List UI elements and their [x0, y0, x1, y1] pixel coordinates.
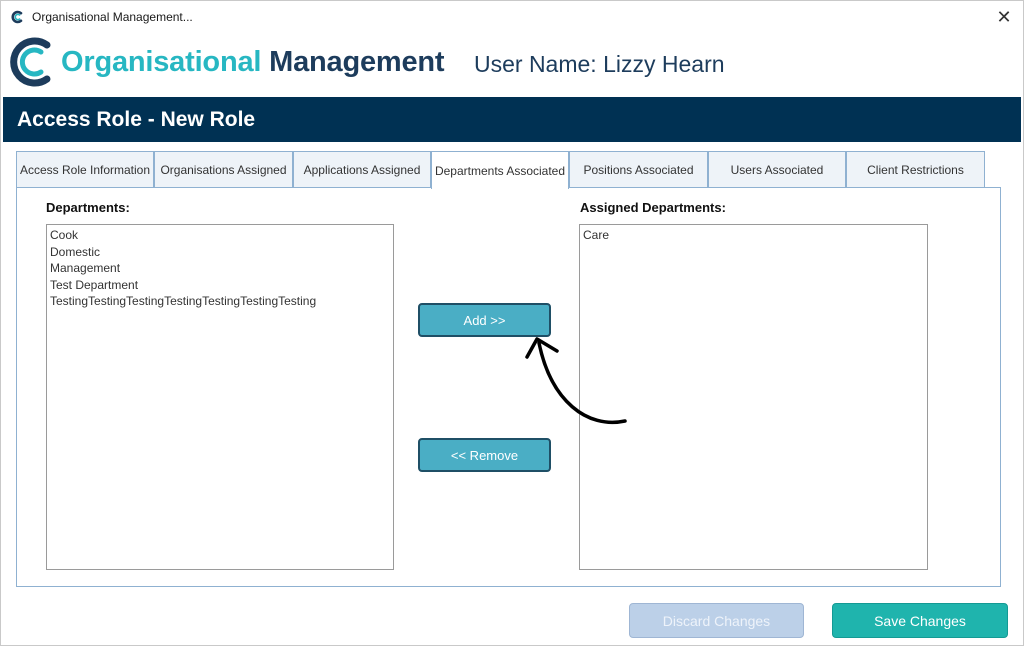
tab-positions-associated[interactable]: Positions Associated — [569, 151, 708, 188]
tab-users-associated[interactable]: Users Associated — [708, 151, 846, 188]
curved-arrow-icon — [525, 337, 627, 425]
remove-button[interactable]: << Remove — [418, 438, 551, 472]
page-title: Access Role - New Role — [17, 108, 256, 131]
list-item[interactable]: Management — [50, 260, 390, 277]
page-banner: Access Role - New Role — [3, 97, 1021, 142]
list-item[interactable]: Test Department — [50, 277, 390, 294]
tab-organisations-assigned[interactable]: Organisations Assigned — [154, 151, 293, 188]
departments-listbox[interactable]: Cook Domestic Management Test Department… — [46, 224, 394, 570]
list-item[interactable]: Cook — [50, 227, 390, 244]
list-item[interactable]: Domestic — [50, 244, 390, 261]
departments-label: Departments: — [46, 200, 130, 215]
brand-title-part1: Organisational — [61, 46, 270, 78]
brand-logo-icon — [10, 37, 51, 87]
app-logo-icon — [11, 10, 23, 24]
brand-title-part2: Management — [269, 46, 445, 78]
tab-client-restrictions[interactable]: Client Restrictions — [846, 151, 985, 188]
list-item[interactable]: TestingTestingTestingTestingTestingTesti… — [50, 293, 390, 310]
close-icon[interactable]: ✕ — [993, 6, 1015, 28]
user-name-label: User Name: Lizzy Hearn — [474, 51, 725, 77]
save-changes-button[interactable]: Save Changes — [832, 603, 1008, 638]
brand-title: Organisational Management — [61, 46, 445, 79]
window-title: Organisational Management... — [32, 10, 193, 24]
assigned-departments-label: Assigned Departments: — [580, 200, 726, 215]
app-window: Organisational Management... ✕ Organisat… — [0, 0, 1024, 646]
title-bar: Organisational Management... ✕ — [1, 1, 1023, 33]
list-item[interactable]: Care — [583, 227, 924, 244]
tab-access-role-information[interactable]: Access Role Information — [16, 151, 154, 188]
discard-changes-button[interactable]: Discard Changes — [629, 603, 804, 638]
tab-applications-assigned[interactable]: Applications Assigned — [293, 151, 431, 188]
tab-departments-associated[interactable]: Departments Associated — [431, 151, 569, 189]
